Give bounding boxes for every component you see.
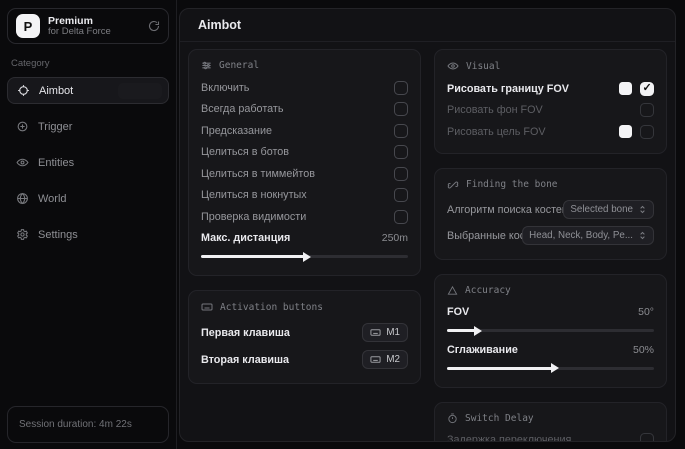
panel-title: Activation buttons	[220, 302, 323, 313]
slider-thumb[interactable]	[474, 326, 482, 336]
stopwatch-icon	[447, 413, 458, 424]
keyboard-icon	[370, 327, 381, 338]
trigger-icon	[16, 120, 29, 133]
setting-row: Включить	[201, 77, 408, 99]
tune-icon	[201, 60, 212, 71]
setting-row: Всегда работать	[201, 99, 408, 121]
gear-icon	[16, 228, 29, 241]
panel-switch-delay: Switch Delay Задержка переключения Задер…	[434, 402, 667, 442]
color-swatch[interactable]	[619, 125, 632, 138]
setting-row: Алгоритм поиска костей Selected bone	[447, 197, 654, 223]
setting-row: Предсказание	[201, 120, 408, 142]
keybind-ghost-badge	[118, 83, 162, 99]
globe-icon	[16, 192, 29, 205]
checkbox[interactable]	[394, 167, 408, 181]
brand-card: P Premium for Delta Force	[7, 8, 169, 44]
panel-finding-the-bone: Finding the bone Алгоритм поиска костей …	[434, 168, 667, 260]
bone-algorithm-select[interactable]: Selected bone	[563, 200, 654, 219]
setting-row-fov: FOV 50°	[447, 302, 654, 324]
keybind-button[interactable]: M2	[362, 350, 408, 369]
session-duration: Session duration: 4m 22s	[7, 406, 169, 443]
sidebar-item-world[interactable]: World	[7, 186, 169, 211]
eye-icon	[447, 60, 459, 72]
bone-icon	[447, 179, 459, 191]
brand-logo: P	[16, 14, 40, 38]
setting-row: Первая клавиша M1	[201, 319, 408, 346]
checkbox[interactable]	[394, 188, 408, 202]
unfold-icon	[638, 205, 647, 214]
setting-row: Задержка переключения	[447, 430, 654, 442]
sidebar-item-label: Aimbot	[39, 85, 73, 97]
checkbox[interactable]	[394, 81, 408, 95]
panel-title: General	[219, 60, 259, 71]
crosshair-icon	[17, 84, 30, 97]
checkbox[interactable]	[394, 124, 408, 138]
slider-thumb[interactable]	[551, 363, 559, 373]
slider-value: 250m	[382, 232, 408, 244]
checkbox[interactable]	[640, 82, 654, 96]
main-area: Aimbot General Включить	[177, 0, 685, 449]
sidebar-item-settings[interactable]: Settings	[7, 222, 169, 247]
panel-title: Switch Delay	[465, 413, 534, 424]
keyboard-icon	[370, 354, 381, 365]
panel-accuracy: Accuracy FOV 50° Сглаживание 50%	[434, 274, 667, 388]
panel-general: General Включить Всегда работать Предска…	[188, 49, 421, 276]
sidebar: P Premium for Delta Force Category Aimbo…	[0, 0, 177, 449]
max-distance-slider[interactable]	[201, 255, 408, 258]
fov-slider[interactable]	[447, 329, 654, 332]
entities-icon	[16, 156, 29, 169]
sidebar-item-label: World	[38, 193, 67, 205]
checkbox[interactable]	[394, 210, 408, 224]
checkbox[interactable]	[640, 103, 654, 117]
setting-row: Вторая клавиша M2	[201, 346, 408, 373]
slider-value: 50°	[638, 306, 654, 318]
setting-row: Целиться в нокнутых	[201, 185, 408, 207]
keyboard-icon	[201, 301, 213, 313]
panel-title: Accuracy	[465, 285, 511, 296]
setting-row: Рисовать границу FOV	[447, 78, 654, 100]
panel-visual: Visual Рисовать границу FOV Рисовать фон…	[434, 49, 667, 154]
panel-activation-buttons: Activation buttons Первая клавиша M1	[188, 290, 421, 384]
setting-row: Рисовать фон FOV	[447, 100, 654, 122]
category-label: Category	[11, 58, 165, 69]
setting-row-max-distance: Макс. дистанция 250m	[201, 228, 408, 250]
checkbox[interactable]	[394, 102, 408, 116]
setting-row: Целиться в ботов	[201, 142, 408, 164]
setting-row: Выбранные кости Head, Neck, Body, Pe...	[447, 223, 654, 249]
setting-row-smoothing: Сглаживание 50%	[447, 339, 654, 361]
slider-value: 50%	[633, 344, 654, 356]
checkbox[interactable]	[394, 145, 408, 159]
brand-subtitle: for Delta Force	[48, 27, 140, 38]
sidebar-item-label: Trigger	[38, 121, 72, 133]
triangle-icon	[447, 285, 458, 296]
setting-row: Рисовать цель FOV	[447, 121, 654, 143]
main-panel: Aimbot General Включить	[179, 8, 676, 442]
panel-title: Finding the bone	[466, 179, 558, 190]
page-title: Aimbot	[180, 9, 675, 42]
keybind-button[interactable]: M1	[362, 323, 408, 342]
sync-icon[interactable]	[148, 20, 160, 32]
slider-thumb[interactable]	[303, 252, 311, 262]
sidebar-item-label: Entities	[38, 157, 74, 169]
selected-bones-select[interactable]: Head, Neck, Body, Pe...	[522, 226, 654, 245]
sidebar-item-entities[interactable]: Entities	[7, 150, 169, 175]
setting-row: Целиться в тиммейтов	[201, 163, 408, 185]
sidebar-item-trigger[interactable]: Trigger	[7, 114, 169, 139]
unfold-icon	[638, 231, 647, 240]
panel-title: Visual	[466, 61, 500, 72]
brand-title: Premium	[48, 15, 140, 27]
setting-row: Проверка видимости	[201, 206, 408, 228]
smoothing-slider[interactable]	[447, 367, 654, 370]
checkbox[interactable]	[640, 433, 654, 441]
sidebar-item-aimbot[interactable]: Aimbot	[7, 77, 169, 104]
color-swatch[interactable]	[619, 82, 632, 95]
sidebar-item-label: Settings	[38, 229, 78, 241]
checkbox[interactable]	[640, 125, 654, 139]
